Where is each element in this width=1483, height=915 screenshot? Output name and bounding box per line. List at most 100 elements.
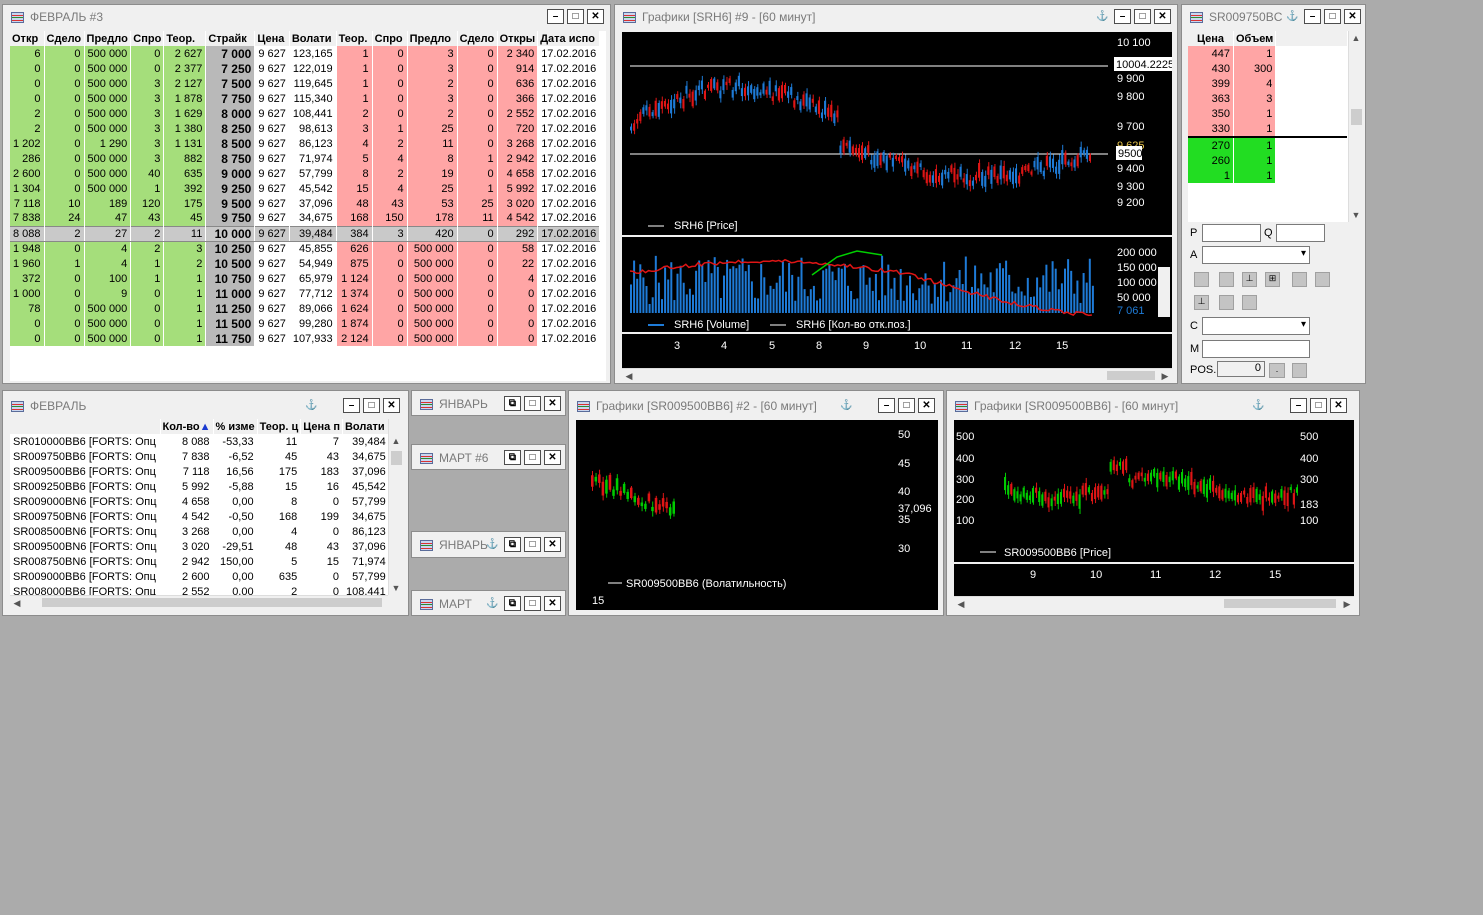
window-titlebar[interactable]: Графики [SR009500BB6] #2 - [60 минут] ⚓ … — [569, 394, 943, 418]
window-volatility-chart[interactable]: Графики [SR009500BB6] #2 - [60 минут] ⚓ … — [568, 390, 944, 616]
scroll-thumb[interactable] — [1351, 109, 1362, 125]
vertical-scrollbar[interactable]: ▲ ▼ — [388, 419, 404, 595]
restore-button[interactable]: ⧉ — [504, 537, 521, 552]
list-item[interactable]: SR008750BN6 [FORTS: Опц 2 942 150,00 5 15 71,… — [10, 554, 388, 569]
table-row[interactable]: 7 838 24 47 43 45 9 750 9 627 34,675 168 150 178 11… — [10, 211, 601, 226]
column-header[interactable]: Волати — [289, 31, 337, 46]
window-feb3-board[interactable]: ФЕВРАЛЬ #3 – □ ✕ Откр Сдело Предло Спро Теор… — [2, 4, 611, 384]
minimize-button[interactable]: – — [878, 398, 895, 413]
table-row[interactable]: 2 0 500 000 3 1 380 8 250 9 627 98,613 3 1 25 0 720 1… — [10, 121, 601, 136]
client-select[interactable]: ▾ — [1202, 317, 1310, 335]
scroll-right-arrow[interactable]: ▶ — [1158, 369, 1172, 383]
maximize-button[interactable]: □ — [1134, 9, 1151, 24]
minimize-button[interactable]: – — [343, 398, 360, 413]
window-titlebar[interactable]: ФЕВРАЛЬ ⚓ – □ ✕ — [3, 394, 408, 418]
column-header[interactable]: Теор. ц — [257, 419, 302, 434]
table-row[interactable]: 1 960 1 4 1 2 10 500 9 627 54,949 875 0 500 000 0 22… — [10, 256, 601, 271]
bid-row[interactable]: 270 1 — [1188, 138, 1348, 153]
restore-button[interactable]: ⧉ — [504, 396, 521, 411]
scroll-up-arrow[interactable]: ▲ — [389, 434, 403, 448]
list-item[interactable]: SR010000BB6 [FORTS: Опц 8 088 -53,33 11 7 39,… — [10, 434, 388, 449]
close-button[interactable]: ✕ — [544, 450, 561, 465]
option-price-chart[interactable]: 500 400 300 200 100 500 400 300 183 100 SR009500BB… — [954, 420, 1354, 562]
list-item[interactable]: SR009000BN6 [FORTS: Опц 4 658 0,00 8 0 57,799 — [10, 494, 388, 509]
buy-market-button[interactable] — [1194, 272, 1209, 287]
anchor-icon[interactable]: ⚓ — [484, 596, 501, 611]
column-header[interactable]: Предло — [84, 31, 132, 46]
column-header[interactable]: Объем — [1233, 31, 1277, 46]
anchor-icon[interactable]: ⚓ — [1284, 9, 1301, 24]
table-row[interactable]: 372 0 100 1 1 10 750 9 627 65,979 1 124 0 500 000 0… — [10, 271, 601, 286]
ask-row[interactable]: 350 1 — [1188, 106, 1348, 121]
window-titlebar[interactable]: Графики [SRH6] #9 - [60 минут] ⚓ – □ ✕ — [615, 5, 1177, 29]
scroll-down-arrow[interactable]: ▼ — [1349, 208, 1363, 222]
sell-limit-button[interactable] — [1315, 272, 1330, 287]
window-titlebar[interactable]: МАРТ ⚓ ⧉ □ ✕ — [412, 592, 565, 615]
close-button[interactable]: ✕ — [587, 9, 604, 24]
scroll-thumb[interactable] — [42, 598, 382, 607]
restore-button[interactable]: ⧉ — [504, 450, 521, 465]
column-header[interactable]: Откры — [497, 31, 539, 46]
list-item[interactable]: SR008000BB6 [FORTS: Опц 2 552 0,00 2 0 108,44… — [10, 584, 388, 595]
srh6-volume-chart[interactable]: 200 000 150 000 100 000 50 0007 061 SRH6 [Vo… — [622, 237, 1172, 332]
column-header[interactable]: Теор. — [163, 31, 207, 46]
list-item[interactable]: SR009750BN6 [FORTS: Опц 4 542 -0,50 168 199 3… — [10, 509, 388, 524]
window-jan2-minimized[interactable]: ЯНВАРЬ ⚓ ⧉ □ ✕ — [411, 531, 566, 558]
horizontal-scrollbar[interactable]: ◀ ▶ — [954, 596, 1354, 610]
column-header[interactable]: Цена — [254, 31, 290, 46]
table-row[interactable]: 0 0 500 000 0 1 11 750 9 627 107,933 2 124 0 500 0… — [10, 331, 601, 346]
window-titlebar[interactable]: ЯНВАРЬ ⚓ ⧉ □ ✕ — [412, 533, 565, 557]
anchor-icon[interactable]: ⚓ — [484, 537, 501, 552]
scroll-thumb[interactable] — [1224, 599, 1336, 608]
grid-icon[interactable]: ⊞ — [1265, 272, 1280, 287]
column-header[interactable]: Спро — [130, 31, 165, 46]
table-row[interactable]: 0 0 500 000 3 1 878 7 750 9 627 115,340 1 0 3 0 366 1… — [10, 91, 601, 106]
table-row[interactable]: 1 948 0 4 2 3 10 250 9 627 45,855 626 0 500 000 0 58… — [10, 241, 601, 256]
maximize-button[interactable]: □ — [524, 537, 541, 552]
close-button[interactable]: ✕ — [1154, 9, 1171, 24]
scroll-thumb[interactable] — [1107, 371, 1155, 380]
table-row[interactable]: 1 304 0 500 000 1 392 9 250 9 627 45,542 15 4 25 1 5… — [10, 181, 601, 196]
window-mar-minimized[interactable]: МАРТ ⚓ ⧉ □ ✕ — [411, 590, 566, 616]
column-header[interactable]: % изме — [213, 419, 258, 434]
list-item[interactable]: SR009000BB6 [FORTS: Опц 2 600 0,00 635 0 57,7… — [10, 569, 388, 584]
maximize-button[interactable]: □ — [567, 9, 584, 24]
column-header[interactable]: Теор. — [336, 31, 373, 46]
column-header[interactable]: Откр — [10, 31, 45, 46]
window-option-price-chart[interactable]: Графики [SR009500BB6] - [60 минут] ⚓ – □… — [946, 390, 1360, 616]
volume-scroll[interactable] — [1158, 267, 1170, 317]
list-item[interactable]: SR009500BN6 [FORTS: Опц 3 020 -29,51 48 43 37… — [10, 539, 388, 554]
table-row[interactable]: 286 0 500 000 3 882 8 750 9 627 71,974 5 4 8 1 2 942… — [10, 151, 601, 166]
column-header[interactable]: Цена — [1188, 31, 1234, 46]
restore-button[interactable]: ⧉ — [504, 596, 521, 611]
comment-input[interactable] — [1202, 340, 1310, 358]
stop-order-icon[interactable]: ⊥ — [1194, 295, 1209, 310]
close-position-button[interactable] — [1292, 363, 1307, 378]
table-row[interactable]: 1 000 0 9 0 1 11 000 9 627 77,712 1 374 0 500 000 0… — [10, 286, 601, 301]
ask-row[interactable]: 330 1 — [1188, 121, 1348, 136]
column-header[interactable] — [10, 419, 161, 434]
minimize-button[interactable]: – — [1304, 9, 1321, 24]
horizontal-scrollbar[interactable]: ◀ ▶ — [622, 368, 1172, 382]
minimize-button[interactable]: – — [547, 9, 564, 24]
maximize-button[interactable]: □ — [1310, 398, 1327, 413]
maximize-button[interactable]: □ — [524, 596, 541, 611]
refresh-position-button[interactable]: . — [1269, 363, 1285, 378]
close-button[interactable]: ✕ — [1330, 398, 1347, 413]
ask-row[interactable]: 399 4 — [1188, 76, 1348, 91]
list-item[interactable]: SR009500BB6 [FORTS: Опц 7 118 16,56 175 183 3… — [10, 464, 388, 479]
table-row[interactable]: 78 0 500 000 0 1 11 250 9 627 89,066 1 624 0 500 0… — [10, 301, 601, 316]
column-header[interactable]: Спро — [372, 31, 408, 46]
column-header[interactable]: Кол-во▲ — [160, 419, 214, 434]
column-header[interactable]: Волати — [342, 419, 388, 434]
close-button[interactable]: ✕ — [383, 398, 400, 413]
window-titlebar[interactable]: ФЕВРАЛЬ #3 – □ ✕ — [3, 5, 610, 29]
close-button[interactable]: ✕ — [918, 398, 935, 413]
column-header[interactable]: Дата испо — [537, 31, 601, 46]
scroll-left-arrow[interactable]: ◀ — [954, 597, 968, 611]
window-titlebar[interactable]: ЯНВАРЬ ⧉ □ ✕ — [412, 392, 565, 415]
scroll-down-arrow[interactable]: ▼ — [389, 581, 403, 595]
maximize-button[interactable]: □ — [1324, 9, 1341, 24]
quantity-input[interactable] — [1276, 224, 1325, 242]
maximize-button[interactable]: □ — [524, 450, 541, 465]
